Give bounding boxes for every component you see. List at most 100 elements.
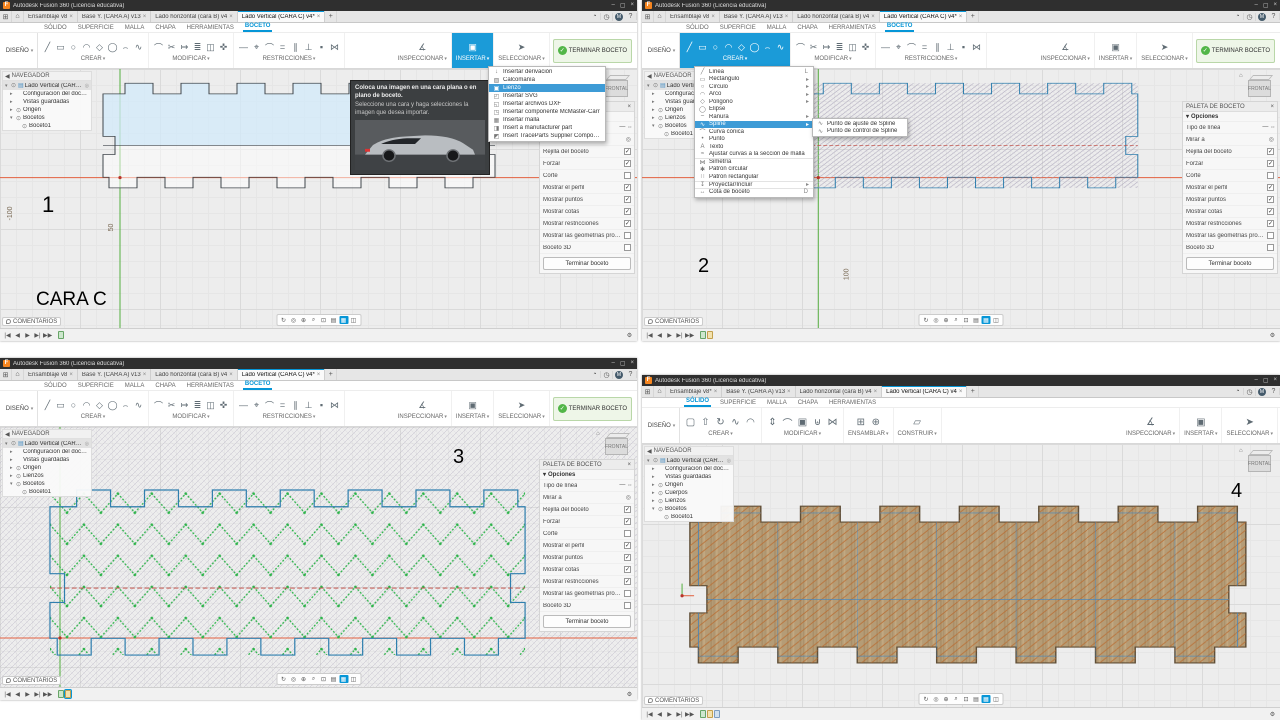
user-avatar[interactable]: M [615,370,623,379]
checkbox[interactable] [624,172,631,179]
visibility-eye-icon[interactable]: ⊙ [658,107,664,114]
arc-menu-item[interactable]: ◠ Arco ▸ [695,91,813,99]
go-to-start-icon[interactable]: |◀ [3,330,12,340]
play-icon[interactable]: ▶ [23,330,32,340]
grid-settings-icon[interactable]: ▦ [981,695,991,703]
arc-icon[interactable]: ◠ [81,40,92,54]
move-copy-icon[interactable]: ✜ [218,40,229,54]
close-button[interactable]: × [630,2,634,9]
activate-component-radio[interactable]: ◎ [727,458,731,464]
close-button[interactable]: × [1273,377,1277,384]
coincident-constraint-icon[interactable]: ⌖ [251,398,262,412]
circle-icon[interactable]: ○ [68,40,79,54]
tree-caret-icon[interactable]: ▾ [652,123,657,129]
palette-option-row[interactable]: Rejilla del boceto [540,504,634,516]
user-avatar[interactable]: M [1258,12,1266,21]
construction-plane-icon[interactable]: ▱ [911,415,924,429]
tangent-constraint-icon[interactable]: ⌒ [264,398,275,412]
checkbox[interactable] [624,232,631,239]
ribbon-tab[interactable]: HERRAMIENTAS [185,25,236,32]
close-palette-icon[interactable]: × [627,104,631,110]
ribbon-tab[interactable]: SUPERFICIE [76,25,116,32]
gear-icon[interactable]: ⚙ [1268,709,1277,719]
tree-caret-icon[interactable]: ▸ [652,91,657,97]
rectangular-pattern-menu-item[interactable]: ∷ Patrón rectangular [695,173,813,181]
checkbox[interactable] [624,530,631,537]
timeline-feature-chip[interactable] [700,331,707,339]
perpendicular-constraint-icon[interactable]: ⊥ [303,40,314,54]
visibility-eye-icon[interactable]: ⊙ [658,123,664,130]
visibility-eye-icon[interactable]: ⊙ [11,82,17,89]
extend-icon[interactable]: ↦ [179,40,190,54]
navigator-tree-item[interactable]: ▸ ⊙ Lienzos [3,472,91,480]
line-type-icons[interactable]: — ╌ [1262,124,1274,131]
document-tab[interactable]: Lado Vertical (CARA C) v4* × [237,11,326,22]
visibility-eye-icon[interactable]: ⊙ [22,123,28,130]
ribbon-tab[interactable]: MALLA [765,400,789,407]
circle-icon[interactable]: ○ [710,40,721,54]
checkbox[interactable] [624,590,631,597]
fit-icon[interactable]: ⊡ [962,316,971,324]
home-view-icon[interactable]: ⌂ [1239,73,1243,79]
palette-option-row[interactable]: Corte [540,170,634,182]
play-icon[interactable]: ▶ [665,330,674,340]
toolbar-group-crear[interactable]: ╱ ▭ ○ ◠ ◇ ◯ ⌢ ∿ CREAR ▾ [38,391,149,426]
gear-icon[interactable]: ⚙ [625,330,634,340]
step-back-icon[interactable]: ◀ [655,330,664,340]
navigator-tree-item[interactable]: ▸ Configuración del documento [3,90,91,98]
visibility-eye-icon[interactable]: ⊙ [658,482,664,489]
coincident-constraint-icon[interactable]: ⌖ [251,40,262,54]
palette-option-row[interactable]: Mostrar el perfil [1183,182,1277,194]
palette-option-row[interactable]: Mirar a ◎ [1183,134,1277,146]
document-tab[interactable]: Lado Vertical (CARA C) v4 × [882,386,968,397]
activate-component-radio[interactable]: ◎ [85,441,89,447]
text-menu-item[interactable]: A Texto [695,143,813,151]
look-at-icon[interactable]: ◎ [289,316,298,324]
arc-icon[interactable]: ◠ [723,40,734,54]
new-tab-button[interactable]: + [967,386,980,397]
ribbon-tab[interactable]: CHAPA [153,25,177,32]
toolbar-group-ensamblar[interactable]: ⊞ ⊕ ENSAMBLAR ▾ [844,408,894,443]
viewport-layout-icon[interactable]: ◫ [349,316,358,324]
step-back-icon[interactable]: ◀ [13,689,22,699]
checkbox[interactable] [1267,232,1274,239]
visibility-eye-icon[interactable]: ⊙ [664,131,670,138]
tree-caret-icon[interactable]: ▸ [652,466,657,472]
checkbox[interactable] [1267,148,1274,155]
finish-sketch-palette-button[interactable]: Terminar boceto [543,257,631,270]
checkbox[interactable] [1267,220,1274,227]
tree-caret-icon[interactable]: ▸ [652,490,657,496]
view-cube-front-face[interactable]: FRONTAL [605,438,628,455]
checkbox[interactable] [624,148,631,155]
palette-option-row[interactable]: Forzar [540,158,634,170]
display-settings-icon[interactable]: ▤ [329,675,338,683]
tab-close-icon[interactable]: × [229,14,233,20]
insert-svg-menu-item[interactable]: ◰ Insertar SVG [489,92,605,100]
mirror-menu-item[interactable]: ⋈ Simetría [695,158,813,166]
toolbar-group-restricciones[interactable]: — ⌖ ⌒ = ∥ ⊥ ▪ ⋈ RESTRICCIONES ▾ [234,33,345,68]
play-icon[interactable]: ▶ [665,709,674,719]
toolbar-group-seleccionar[interactable]: ➤ SELECCIONAR ▾ [494,391,550,426]
insert-icon[interactable]: ▣ [467,40,478,54]
pan-icon[interactable]: ⊕ [299,675,308,683]
polygon-icon[interactable]: ◇ [94,398,105,412]
line-menu-item[interactable]: ╱ Línea L [695,68,813,76]
navigator-tree-item[interactable]: ⊙ Boceto1 [645,513,733,521]
checkbox[interactable] [624,220,631,227]
palette-option-row[interactable]: Corte [540,528,634,540]
go-to-start-icon[interactable]: |◀ [645,709,654,719]
polygon-icon[interactable]: ◇ [94,40,105,54]
toolbar-group-construir[interactable]: ▱ CONSTRUIR ▾ [894,408,942,443]
notifications-icon[interactable]: ◔ [589,13,601,20]
extrude-icon[interactable]: ⇧ [699,415,712,429]
ellipse-icon[interactable]: ◯ [749,40,760,54]
zoom-icon[interactable]: ⌕ [309,675,318,683]
parallel-constraint-icon[interactable]: ∥ [290,40,301,54]
toolbar-group-modificar[interactable]: ⌒ ✂ ↦ ≣ ◫ ✜ MODIFICAR ▾ [149,33,234,68]
polygon-menu-item[interactable]: ◇ Polígono ▸ [695,98,813,106]
trim-icon[interactable]: ✂ [166,398,177,412]
loft-icon[interactable]: ◠ [744,415,757,429]
insert-derive-menu-item[interactable]: ↓ Insertar derivación [489,68,605,76]
line-type-icons[interactable]: — ╌ [619,482,631,489]
go-to-end-icon[interactable]: ▶▶ [43,689,52,699]
